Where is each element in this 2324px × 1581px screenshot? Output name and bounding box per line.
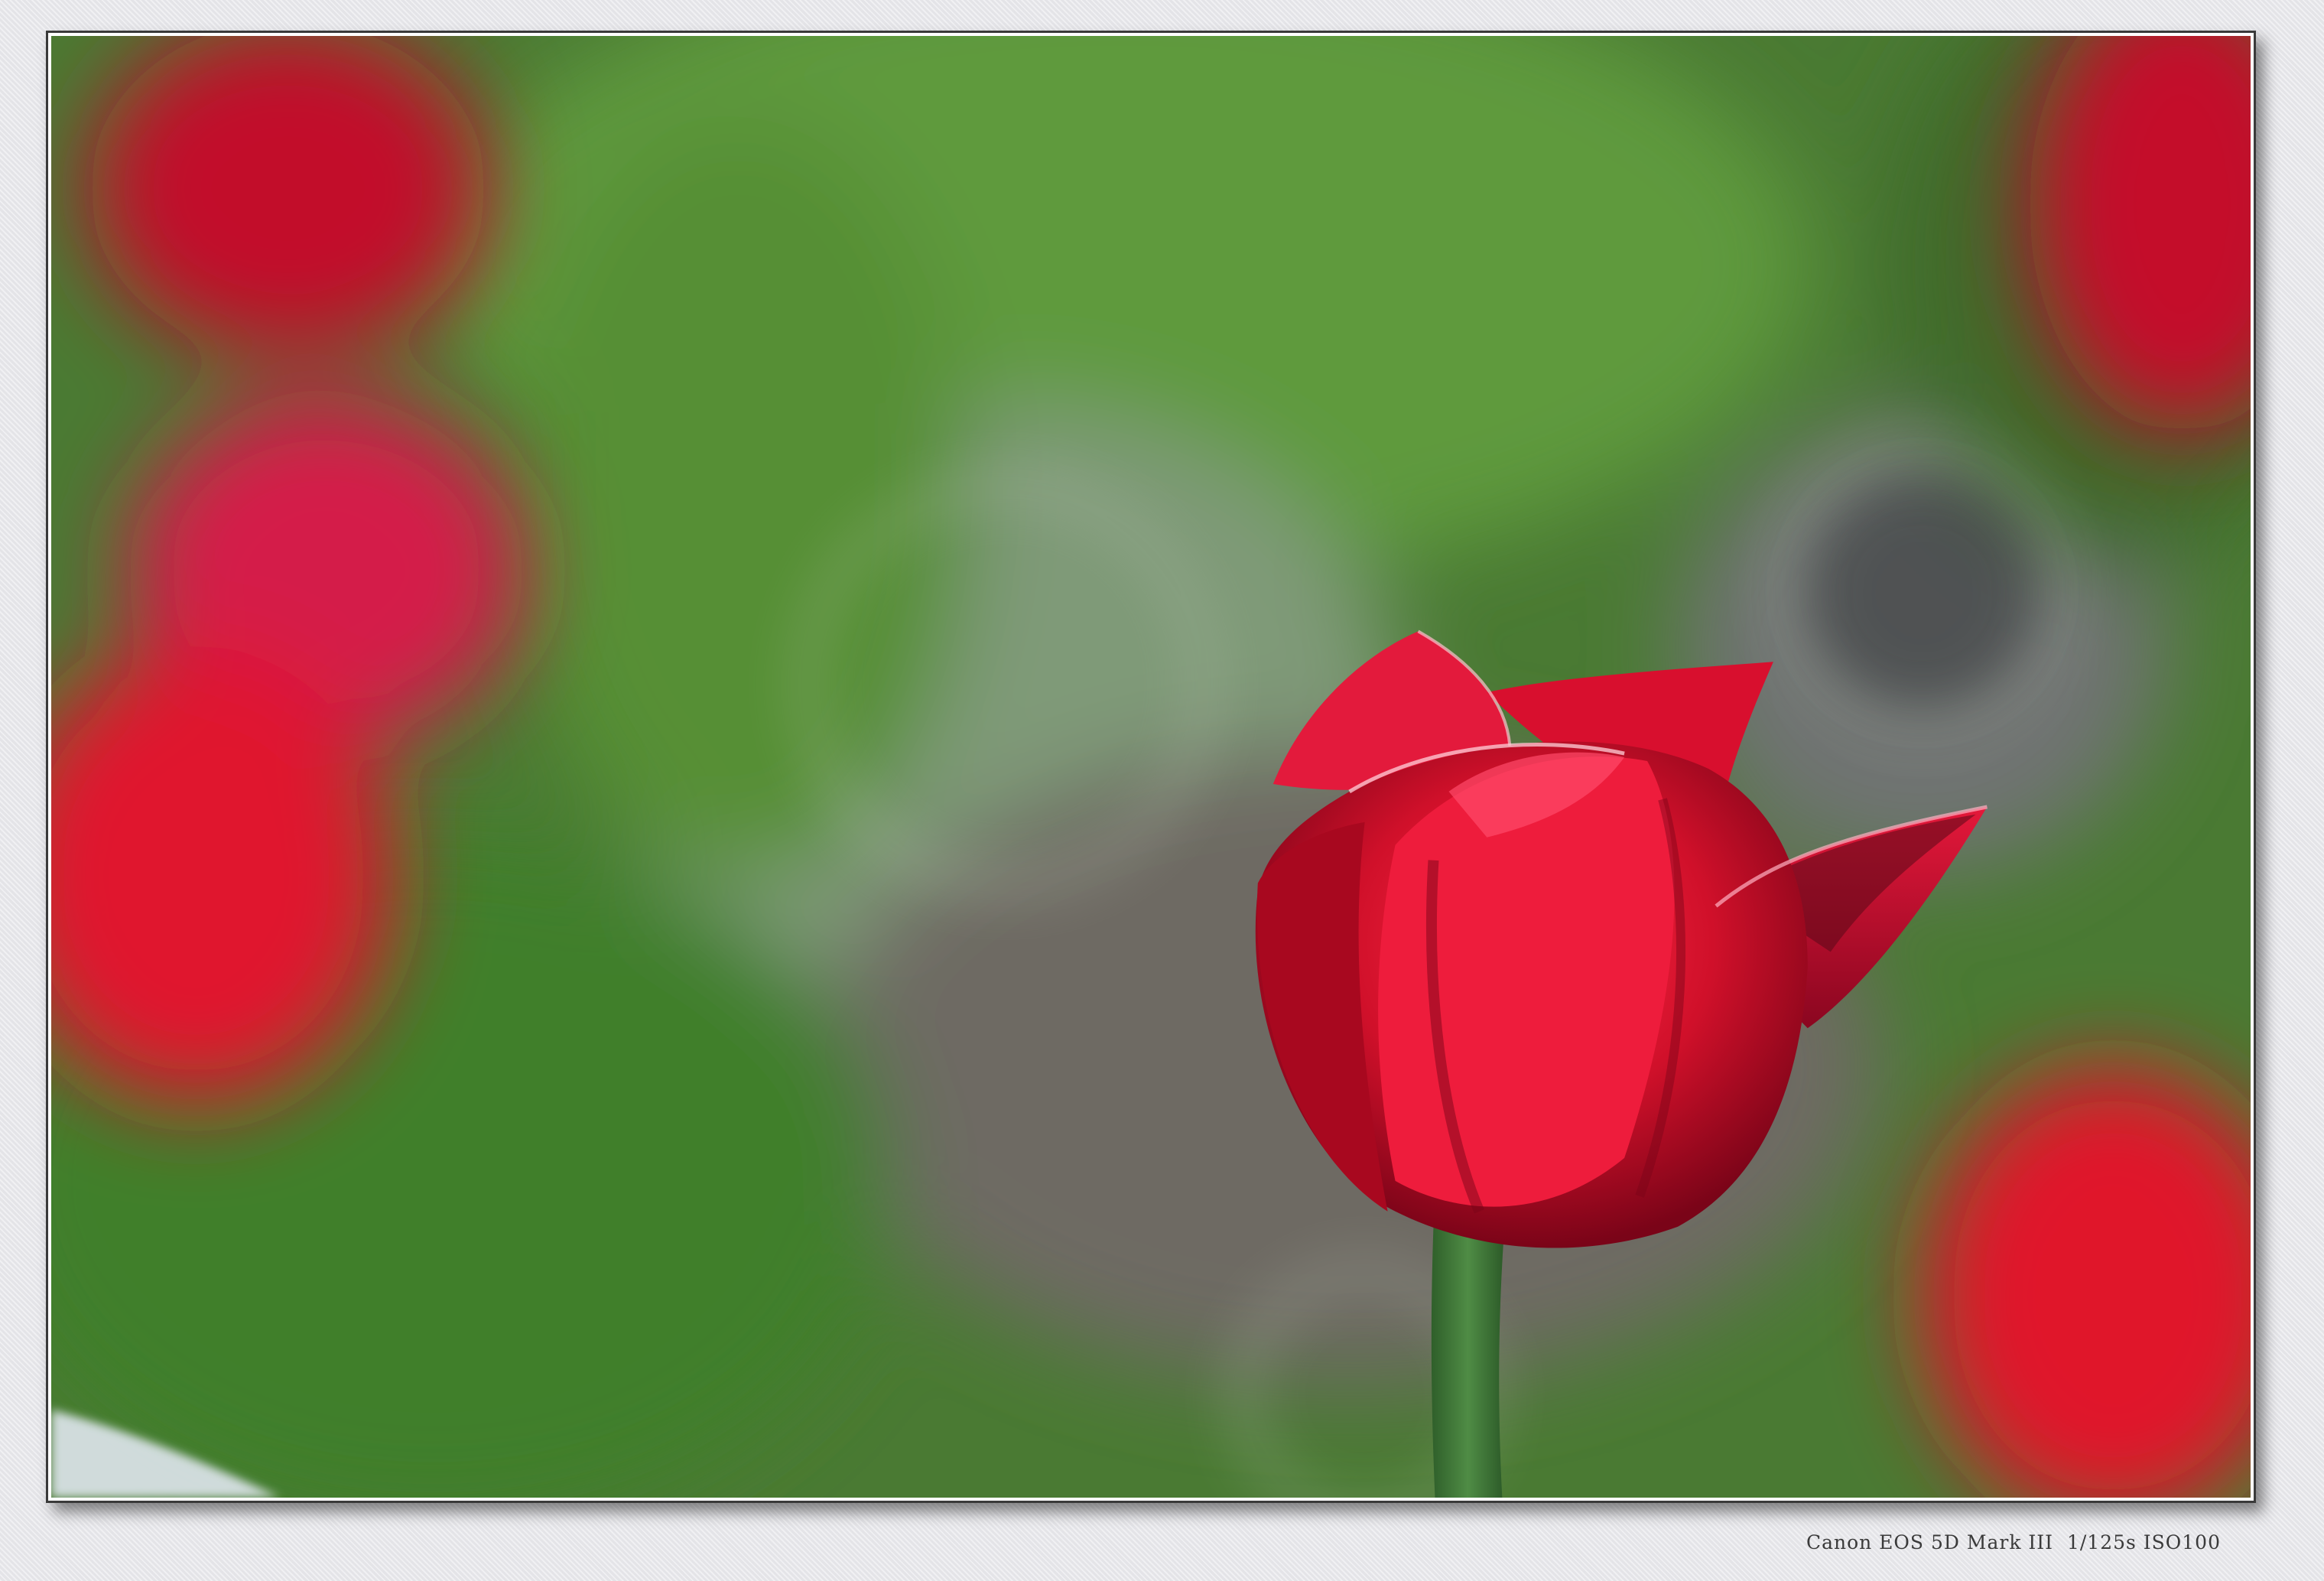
page-background: Canon EOS 5D Mark III 1/125s ISO100 [0,0,2324,1581]
photo-frame [46,31,2256,1503]
exif-caption: Canon EOS 5D Mark III 1/125s ISO100 [1806,1531,2221,1553]
tulip-photo-image [51,36,2251,1498]
tulip-photo [51,36,2251,1498]
